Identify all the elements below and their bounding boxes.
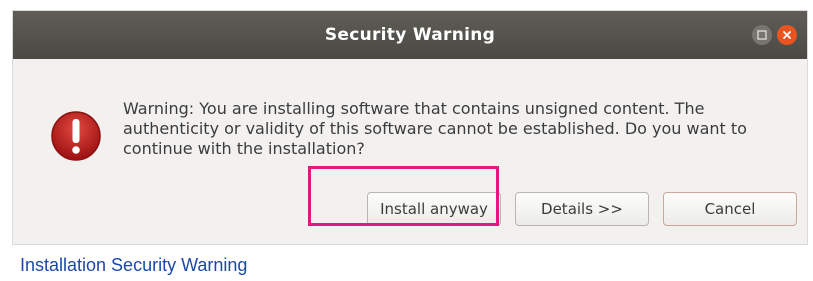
install-button-highlight <box>308 166 499 226</box>
maximize-icon <box>757 30 767 40</box>
window-controls <box>752 25 797 45</box>
window-title: Security Warning <box>324 25 496 45</box>
page: Security Warning Warning: You are instal… <box>0 0 813 281</box>
titlebar[interactable]: Security Warning <box>13 11 807 60</box>
figure-caption: Installation Security Warning <box>20 255 248 275</box>
details-button[interactable]: Details >> <box>515 192 649 226</box>
close-button[interactable] <box>777 25 797 45</box>
warning-exclamation-icon <box>51 111 101 161</box>
warning-message: Warning: You are installing software tha… <box>123 99 747 158</box>
close-icon <box>783 31 791 39</box>
maximize-button[interactable] <box>752 25 772 45</box>
cancel-button[interactable]: Cancel <box>663 192 797 226</box>
